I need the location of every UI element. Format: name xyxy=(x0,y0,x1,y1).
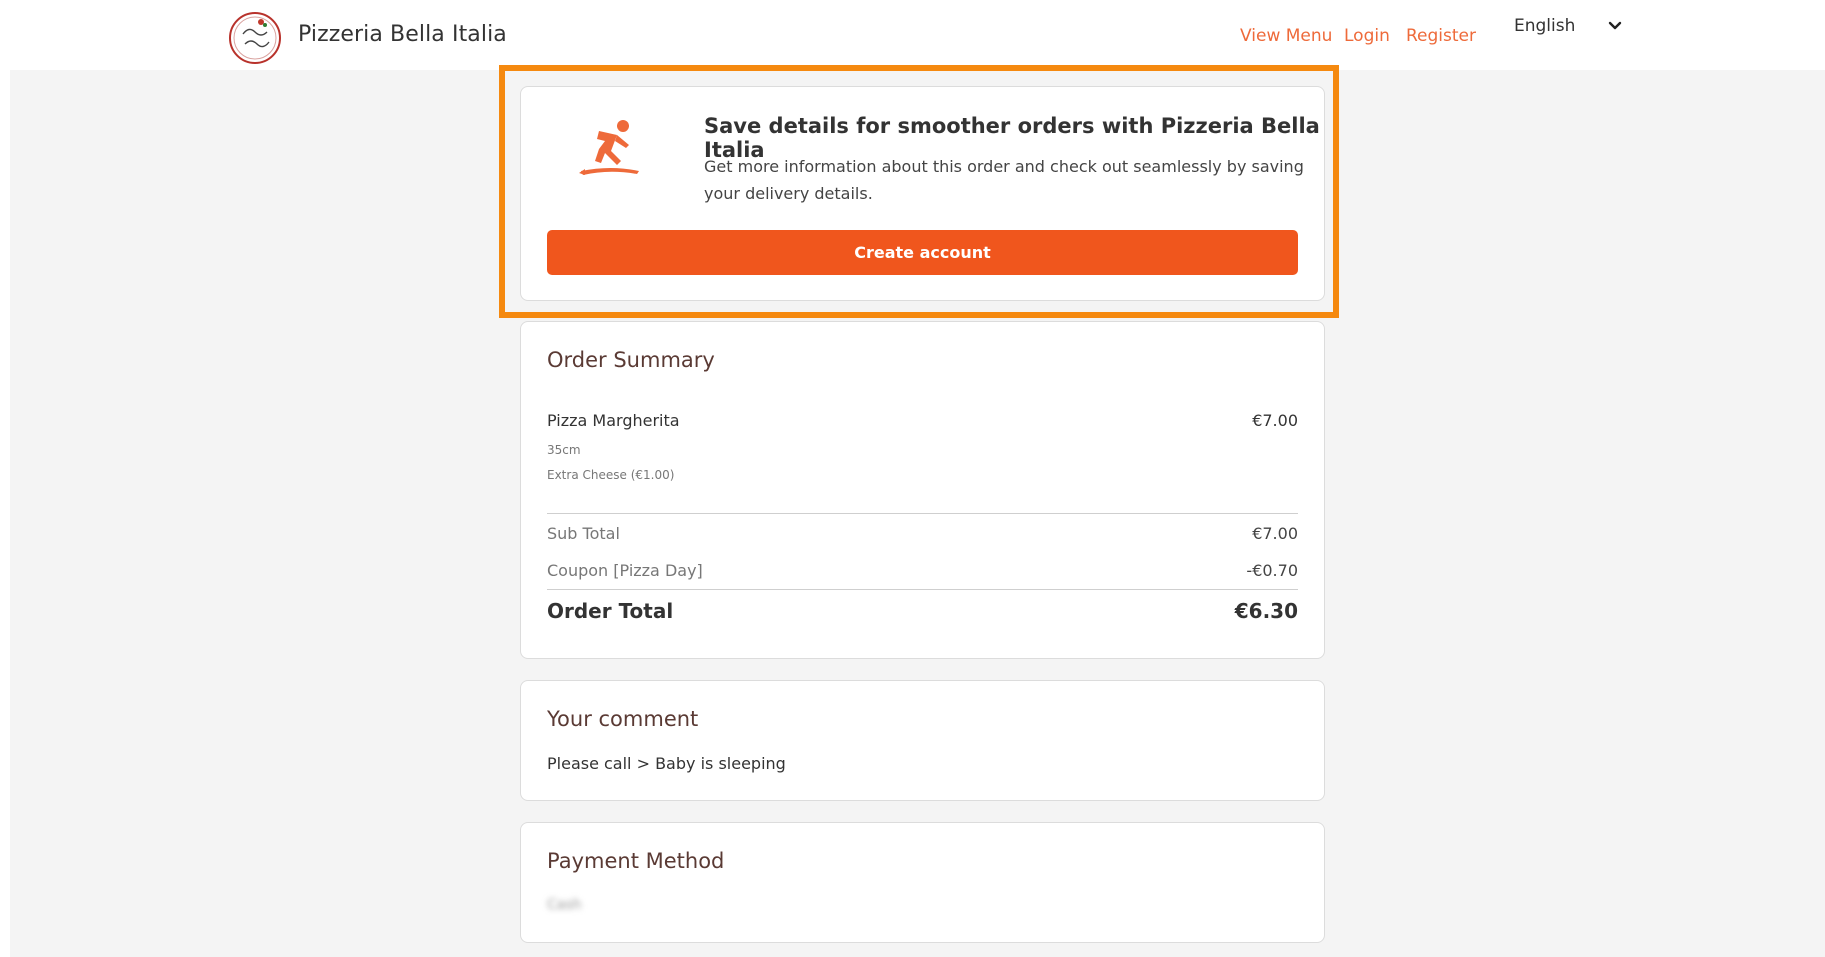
coupon-label: Coupon [Pizza Day] xyxy=(547,561,703,580)
nav-login[interactable]: Login xyxy=(1344,26,1390,46)
nav-view-menu[interactable]: View Menu xyxy=(1240,26,1332,46)
top-navbar: Pizzeria Bella Italia View Menu Login Re… xyxy=(0,0,1825,70)
coupon-value: -€0.70 xyxy=(1246,561,1298,580)
payment-method-value: Cash xyxy=(547,897,582,913)
order-total-label: Order Total xyxy=(547,599,674,623)
order-summary-title: Order Summary xyxy=(547,348,715,372)
divider xyxy=(547,589,1298,590)
payment-method-title: Payment Method xyxy=(547,849,725,873)
order-summary-card: Order Summary Pizza Margherita €7.00 35c… xyxy=(520,321,1325,659)
comment-text: Please call > Baby is sleeping xyxy=(547,754,786,773)
sub-total-value: €7.00 xyxy=(1252,524,1298,543)
create-account-card: Save details for smoother orders with Pi… xyxy=(520,86,1325,301)
brand-logo[interactable] xyxy=(229,12,281,64)
promo-description: Get more information about this order an… xyxy=(704,157,1304,203)
item-size: 35cm xyxy=(547,443,581,457)
brand-name[interactable]: Pizzeria Bella Italia xyxy=(298,22,507,47)
comment-title: Your comment xyxy=(547,707,699,731)
item-price: €7.00 xyxy=(1252,411,1298,430)
create-account-button[interactable]: Create account xyxy=(547,230,1298,275)
surfer-icon xyxy=(579,120,639,175)
chevron-down-icon xyxy=(1608,21,1622,30)
language-value: English xyxy=(1514,16,1576,36)
item-extra: Extra Cheese (€1.00) xyxy=(547,468,675,482)
payment-method-card: Payment Method Cash xyxy=(520,822,1325,943)
item-name: Pizza Margherita xyxy=(547,411,680,430)
language-select[interactable]: English xyxy=(1500,12,1630,40)
sub-total-label: Sub Total xyxy=(547,524,620,543)
divider xyxy=(547,513,1298,514)
nav-register[interactable]: Register xyxy=(1406,26,1476,46)
comment-card: Your comment Please call > Baby is sleep… xyxy=(520,680,1325,801)
order-total-value: €6.30 xyxy=(1234,599,1298,623)
